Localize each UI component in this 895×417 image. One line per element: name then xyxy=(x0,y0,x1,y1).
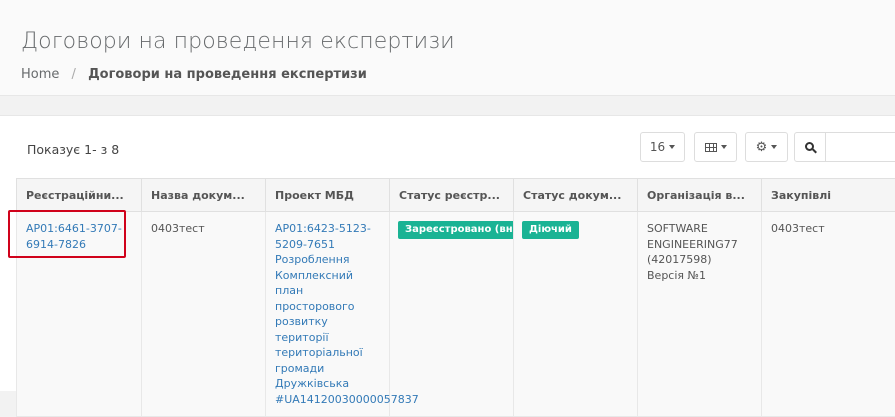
search-icon xyxy=(805,142,816,153)
cell-doc-name: 0403тест xyxy=(142,212,266,417)
contracts-table: Реєстраційни... Назва докум... Проект МБ… xyxy=(16,178,895,417)
doc-status-badge: Діючий xyxy=(522,221,579,239)
cell-organization: SOFTWARE ENGINEERING77 (42017598) Версія… xyxy=(638,212,762,417)
column-header-doc-name[interactable]: Назва докум... xyxy=(142,179,266,212)
cell-reg-number: АР01:6461-3707-6914-7826 xyxy=(17,212,142,417)
search-input[interactable] xyxy=(825,132,895,162)
table-header-row: Реєстраційни... Назва докум... Проект МБ… xyxy=(17,179,895,212)
column-header-procurement[interactable]: Закупівлі xyxy=(762,179,895,212)
reg-status-badge: Зареєстровано (внесено) xyxy=(398,221,514,239)
breadcrumb-home-link[interactable]: Home xyxy=(21,67,59,82)
chevron-down-icon xyxy=(721,145,727,149)
table-panel: Показує 1- з 8 16 ⚙ Реєстраційни... Назв… xyxy=(0,115,895,391)
column-header-reg-number[interactable]: Реєстраційни... xyxy=(17,179,142,212)
pagination-info: Показує 1- з 8 xyxy=(27,142,119,157)
chevron-down-icon xyxy=(669,145,675,149)
breadcrumb: Home / Договори на проведення експертизи xyxy=(21,67,367,82)
breadcrumb-separator: / xyxy=(72,67,76,82)
gear-icon: ⚙ xyxy=(756,141,768,154)
table-row[interactable]: АР01:6461-3707-6914-7826 0403тест АР01:6… xyxy=(17,212,895,417)
settings-dropdown[interactable]: ⚙ xyxy=(745,132,788,162)
cell-project-mbd: АР01:6423-5123-5209-7651 Розроблення Ком… xyxy=(266,212,390,417)
page-size-value: 16 xyxy=(650,140,665,154)
cell-doc-status: Діючий xyxy=(514,212,638,417)
page-size-dropdown[interactable]: 16 xyxy=(640,132,685,162)
cell-reg-status: Зареєстровано (внесено) xyxy=(390,212,514,417)
grid-icon xyxy=(705,143,717,152)
page-header: Договори на проведення експертизи Home /… xyxy=(0,0,895,96)
column-header-organization[interactable]: Організація в... xyxy=(638,179,762,212)
column-header-reg-status[interactable]: Статус реєстр... xyxy=(390,179,514,212)
columns-toggle-button[interactable] xyxy=(694,132,737,162)
column-header-doc-status[interactable]: Статус докум... xyxy=(514,179,638,212)
page-title: Договори на проведення експертизи xyxy=(21,29,455,54)
search-button[interactable] xyxy=(794,132,826,162)
cell-procurement: 0403тест xyxy=(762,212,895,417)
reg-number-link[interactable]: АР01:6461-3707-6914-7826 xyxy=(26,222,122,251)
column-header-project-mbd[interactable]: Проект МБД xyxy=(266,179,390,212)
breadcrumb-current: Договори на проведення експертизи xyxy=(88,67,367,82)
chevron-down-icon xyxy=(771,145,777,149)
